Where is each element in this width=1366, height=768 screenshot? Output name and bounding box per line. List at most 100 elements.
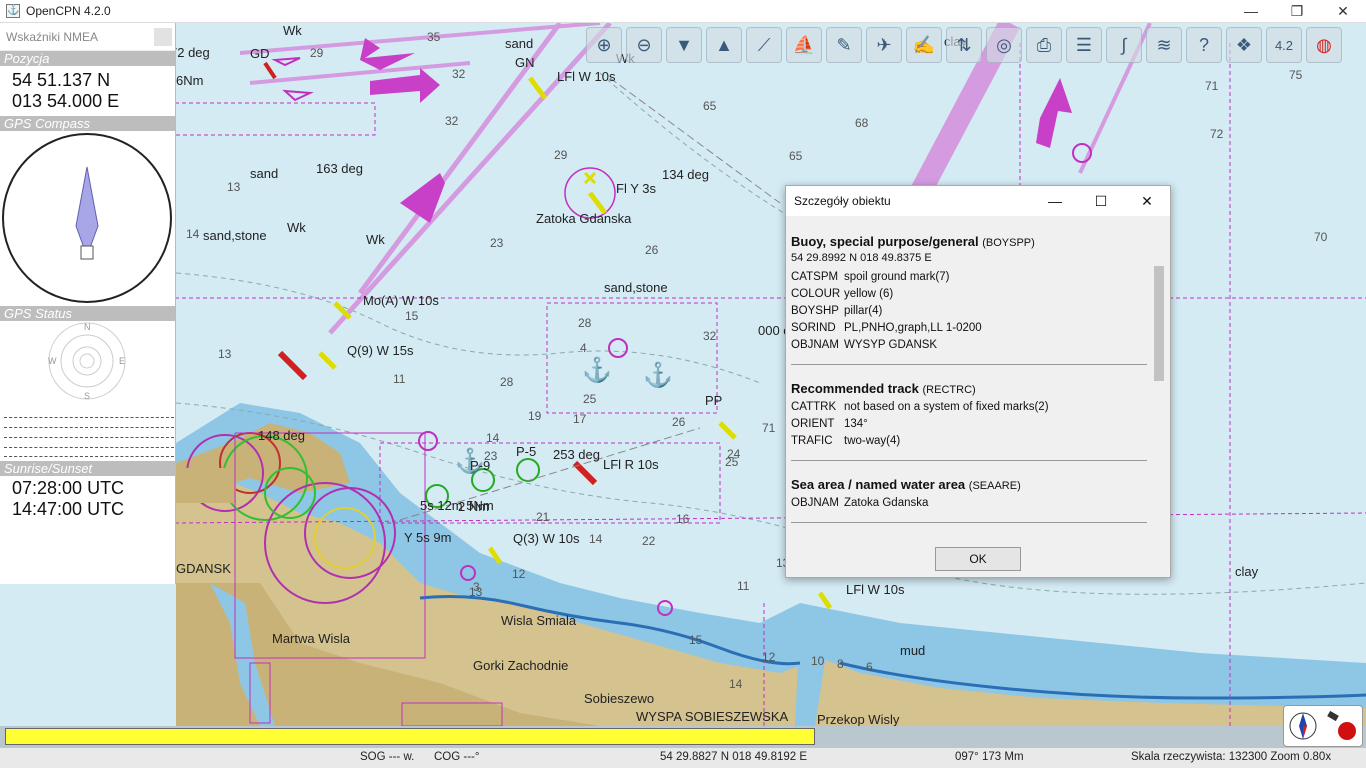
depth-sounding: 75	[1289, 68, 1303, 82]
depth-sounding: 3	[473, 580, 480, 594]
object-details-dialog: Szczegóły obiektu — ☐ ✕ Buoy, special pu…	[785, 185, 1171, 578]
track-icon[interactable]: ∫	[1106, 27, 1142, 63]
chart-label: Przekop Wisly	[817, 712, 900, 726]
object-entry: Buoy, special purpose/general (BOYSPP) 54…	[791, 218, 1147, 365]
attribute-row: COLOUR yellow (6)	[791, 286, 1147, 303]
depth-sounding: 11	[393, 372, 406, 386]
dialog-scrollbar[interactable]	[1152, 216, 1166, 536]
chart-label: 148 deg	[258, 428, 305, 443]
depth-sounding: 14	[729, 677, 743, 691]
attribute-row: SORIND PL,PNHO,graph,LL 1-0200	[791, 320, 1147, 337]
satellite-bar	[4, 456, 174, 457]
scale-out-icon[interactable]: ▲	[706, 27, 742, 63]
sog-readout: SOG --- w.	[360, 751, 415, 763]
depth-sounding: 72	[1210, 127, 1224, 141]
attribute-value: PL,PNHO,graph,LL 1-0200	[844, 322, 982, 334]
chart-label: sand,stone	[604, 280, 668, 295]
center-icon[interactable]: ◎	[986, 27, 1022, 63]
dialog-minimize-button[interactable]: —	[1032, 193, 1078, 209]
dialog-header: Szczegóły obiektu — ☐ ✕	[786, 186, 1170, 216]
depth-sounding: 14	[186, 227, 200, 241]
chart-label: P-5	[516, 444, 537, 459]
scale-in-icon[interactable]: ▼	[666, 27, 702, 63]
svg-text:⚓: ⚓	[643, 361, 673, 389]
minimize-button[interactable]: —	[1228, 0, 1274, 23]
wind-icon[interactable]: ✈	[866, 27, 902, 63]
chart-label: Fl Y 3s	[616, 181, 656, 196]
satellite-bar	[4, 417, 174, 418]
chart-label: PP	[705, 393, 723, 408]
chart-label: Sobieszewo	[584, 691, 655, 706]
nmea-panel-close-button[interactable]	[154, 27, 172, 46]
chart-label: LFl R 10s	[603, 457, 659, 472]
sun-section-title: Sunrise/Sunset	[0, 461, 175, 476]
depth-sounding: 32	[445, 114, 459, 128]
object-name: Buoy, special purpose/general (BOYSPP)	[791, 234, 1147, 249]
compass-dial	[2, 133, 172, 303]
attribute-value: yellow (6)	[844, 288, 894, 300]
chart-label: GD	[250, 46, 270, 61]
mob-icon[interactable]: ◍	[1306, 27, 1342, 63]
object-name-text: Sea area / named water area	[791, 477, 966, 492]
scale-readout: Skala rzeczywista: 132300 Zoom 0.80x	[1131, 751, 1332, 763]
gps-status-widget: N E S W	[0, 321, 175, 461]
depth-sounding: 65	[789, 149, 803, 163]
chart-label: 253 deg	[553, 447, 600, 462]
depth-sounding: 14	[486, 431, 500, 445]
chart-label: sand	[505, 36, 534, 51]
layers-icon[interactable]: ❖	[1226, 27, 1262, 63]
attribute-key: COLOUR	[791, 288, 841, 300]
depth-sounding: 16	[676, 512, 690, 526]
depth-sounding: 29	[310, 46, 324, 60]
zoom-in-icon[interactable]: ⊕	[586, 27, 622, 63]
bottom-bar	[0, 726, 1366, 748]
depth-sounding: 71	[1205, 79, 1219, 93]
attribute-key: CATSPM	[791, 271, 839, 283]
print-icon[interactable]: ⎙	[1026, 27, 1062, 63]
chart-quilt-icon[interactable]: ≋	[1146, 27, 1182, 63]
chart-label: 5s 12m 5Nm	[420, 498, 494, 513]
route-icon[interactable]: ⟋	[746, 27, 782, 63]
scrollbar-thumb[interactable]	[1154, 266, 1164, 381]
zoom-out-icon[interactable]: ⊖	[626, 27, 662, 63]
north-up-icon[interactable]	[1289, 709, 1317, 743]
object-name-text: Buoy, special purpose/general	[791, 234, 979, 249]
latitude-value: 54 51.137 N	[12, 70, 111, 90]
object-name: Sea area / named water area (SEAARE)	[791, 477, 1147, 492]
navigation-widget	[1283, 705, 1363, 747]
tide-icon[interactable]: ⇅	[946, 27, 982, 63]
maximize-button[interactable]: ❐	[1274, 0, 1320, 23]
attribute-key: ORIENT	[791, 418, 835, 430]
chart-label: LFl W 10s	[846, 582, 905, 597]
ais-icon[interactable]: ☰	[1066, 27, 1102, 63]
depth-sounding: 28	[500, 375, 514, 389]
main-toolbar: ⊕ ⊖ ▼ ▲ ⟋ ⛵ ✎ ✈ ✍ ⇅ ◎ ⎙ ☰ ∫ ≋? ❖ 4.2 ◍	[586, 27, 1342, 63]
object-code: (BOYSPP)	[982, 237, 1035, 249]
ship-icon[interactable]: ⛵	[786, 27, 822, 63]
skyview-n: N	[84, 322, 91, 332]
cursor-position-readout: 54 29.8827 N 018 49.8192 E	[660, 751, 808, 763]
chart-label: Y 5s 9m	[404, 530, 452, 545]
measure-icon[interactable]: ✎	[826, 27, 862, 63]
attribute-value: pillar(4)	[844, 305, 883, 317]
close-button[interactable]: ✕	[1320, 0, 1366, 23]
ok-button[interactable]: OK	[935, 547, 1021, 571]
depth-sounding: 29	[554, 148, 568, 162]
depth-sounding: 15	[405, 309, 419, 323]
chart-label: mud	[900, 643, 926, 658]
text-icon[interactable]: ✍	[906, 27, 942, 63]
settings-icon[interactable]: 4.2	[1266, 27, 1302, 63]
chart-label: Wk	[287, 220, 306, 235]
object-position: 54 29.8992 N 018 49.8375 E	[791, 252, 932, 264]
gps-status-icon[interactable]	[1326, 709, 1358, 743]
dialog-maximize-button[interactable]: ☐	[1078, 193, 1124, 210]
chart-label: Martwa Wisla	[272, 631, 351, 646]
depth-sounding: 26	[672, 415, 686, 429]
dialog-close-button[interactable]: ✕	[1124, 193, 1170, 210]
depth-sounding: 10	[811, 654, 825, 668]
chart-label: Wk	[283, 23, 302, 38]
attribute-row: OBJNAM Zatoka Gdanska	[791, 495, 1147, 512]
chart-label: clay	[1235, 564, 1259, 579]
skyview-s: S	[84, 391, 90, 401]
help-icon[interactable]: ?	[1186, 27, 1222, 63]
